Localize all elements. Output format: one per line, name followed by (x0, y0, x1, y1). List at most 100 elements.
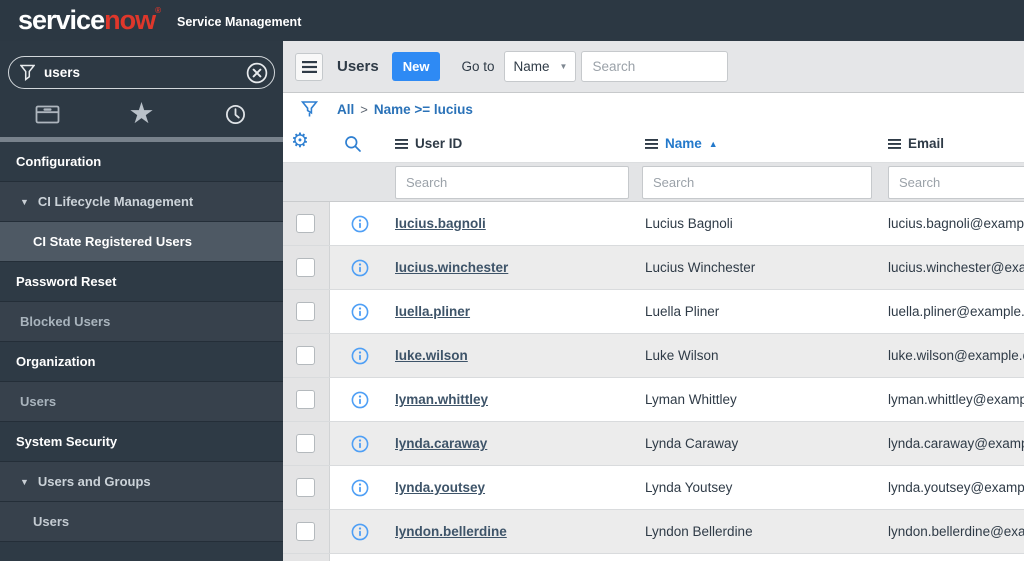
column-header-name[interactable]: Name ▲ (645, 125, 718, 162)
table-row: luella.pliner Luella Pliner luella.pline… (283, 290, 1024, 334)
row-checkbox[interactable] (296, 302, 315, 321)
user-email: lucius.bagnoli@example.com (888, 216, 1024, 231)
tab-history[interactable] (189, 91, 283, 137)
chevron-down-icon: ▼ (559, 62, 568, 71)
goto-search-input[interactable] (581, 51, 729, 82)
info-icon[interactable] (351, 435, 369, 453)
email-column-search[interactable] (888, 166, 1024, 199)
table-row: lyndon.bellerdine Lyndon Bellerdine lynd… (283, 510, 1024, 554)
user-id-link[interactable]: lucius.winchester (395, 246, 508, 289)
row-checkbox[interactable] (296, 522, 315, 541)
row-checkbox[interactable] (296, 390, 315, 409)
sidebar-item-users-and-groups[interactable]: ▼ Users and Groups (0, 462, 283, 502)
user-id-link[interactable]: luke.wilson (395, 334, 468, 377)
breadcrumb-separator: > (360, 101, 368, 117)
tab-favorites[interactable]: ★ (94, 91, 188, 137)
row-checkbox[interactable] (296, 346, 315, 365)
info-icon[interactable] (351, 215, 369, 233)
tab-all-applications[interactable] (0, 91, 94, 137)
chevron-down-icon: ▼ (20, 196, 29, 207)
sidebar-item-users[interactable]: Users (0, 382, 283, 422)
user-email: lyman.whittley@example.com (888, 392, 1024, 407)
sidebar-item-label: Users (33, 514, 70, 529)
application-navigator: ★ Configuration ▼ CI Lifecycle Managemen… (0, 41, 283, 561)
new-button[interactable]: New (391, 52, 441, 81)
checkbox-cell (283, 202, 330, 245)
name-column-search[interactable] (642, 166, 872, 199)
user-name: Lucius Bagnoli (645, 216, 733, 231)
user-email: lynda.caraway@example.com (888, 436, 1024, 451)
row-checkbox[interactable] (296, 478, 315, 497)
column-header-row: ⚙ User ID Name ▲ Email (283, 125, 1024, 163)
logo-now-text: now (104, 5, 156, 35)
column-menu-icon (888, 138, 901, 149)
sidebar-item-system-security[interactable]: System Security (0, 422, 283, 462)
table-filler (283, 554, 1024, 561)
app-title: Service Management (177, 15, 302, 29)
sidebar-item-password-reset[interactable]: Password Reset (0, 262, 283, 302)
user-name: Lyman Whittley (645, 392, 737, 407)
user-id-column-search[interactable] (395, 166, 629, 199)
row-checkbox[interactable] (296, 214, 315, 233)
row-checkbox[interactable] (296, 434, 315, 453)
sidebar-item-users[interactable]: Users (0, 502, 283, 542)
info-icon[interactable] (351, 259, 369, 277)
info-icon[interactable] (351, 523, 369, 541)
user-name: Lucius Winchester (645, 260, 756, 275)
goto-field-value: Name (513, 59, 550, 74)
navigator-filter-input[interactable] (44, 65, 238, 80)
table-row: luke.wilson Luke Wilson luke.wilson@exam… (283, 334, 1024, 378)
user-id-link[interactable]: lyman.whittley (395, 378, 488, 421)
user-id-link[interactable]: lyndon.bellerdine (395, 510, 507, 553)
user-id-link[interactable]: lynda.youtsey (395, 466, 485, 509)
sidebar-item-configuration[interactable]: Configuration (0, 142, 283, 182)
goto-field-select[interactable]: Name ▼ (504, 51, 577, 82)
box-icon (35, 105, 60, 123)
breadcrumb-filter-link[interactable]: Name >= lucius (374, 102, 473, 117)
sidebar-item-label: CI State Registered Users (33, 234, 192, 249)
sidebar-item-organization[interactable]: Organization (0, 342, 283, 382)
user-email: lynda.youtsey@example.com (888, 480, 1024, 495)
list-toolbar: Users New Go to Name ▼ (283, 41, 1024, 93)
goto-label: Go to (461, 59, 495, 74)
row-checkbox[interactable] (296, 258, 315, 277)
list-context-menu-button[interactable] (295, 52, 323, 81)
column-header-email[interactable]: Email (888, 125, 944, 162)
user-email: lucius.winchester@example.com (888, 260, 1024, 275)
servicenow-logo[interactable]: servicenow® (18, 5, 161, 35)
search-icon[interactable] (344, 135, 362, 156)
sidebar-item-label: Blocked Users (20, 314, 111, 329)
app-banner: servicenow® Service Management (0, 0, 1024, 41)
checkbox-cell (283, 466, 330, 509)
checkbox-cell (283, 378, 330, 421)
column-search-row (283, 163, 1024, 202)
info-icon[interactable] (351, 347, 369, 365)
navigator-tabs: ★ (0, 91, 283, 137)
sidebar-item-ci-lifecycle-management[interactable]: ▼ CI Lifecycle Management (0, 182, 283, 222)
registered-trademark: ® (155, 6, 161, 15)
breadcrumb-all-link[interactable]: All (337, 102, 354, 117)
user-id-link[interactable]: luella.pliner (395, 290, 470, 333)
info-icon[interactable] (351, 391, 369, 409)
user-id-link[interactable]: lucius.bagnoli (395, 202, 486, 245)
column-menu-icon (645, 138, 658, 149)
column-menu-icon (395, 138, 408, 149)
clear-filter-button[interactable] (246, 62, 268, 84)
sidebar-next-item-partial (0, 542, 283, 561)
sidebar-item-label: Organization (16, 354, 96, 369)
info-icon[interactable] (351, 479, 369, 497)
user-name: Lyndon Bellerdine (645, 524, 753, 539)
navigator-filter (8, 56, 275, 89)
sidebar-item-ci-state-registered-users[interactable]: CI State Registered Users (0, 222, 283, 262)
gear-icon[interactable]: ⚙ (291, 131, 309, 151)
checkbox-cell (283, 510, 330, 553)
column-header-user-id[interactable]: User ID (395, 125, 462, 162)
list-pane: Users New Go to Name ▼ All > Name >= luc… (283, 41, 1024, 561)
info-icon[interactable] (351, 303, 369, 321)
table-row: lucius.bagnoli Lucius Bagnoli lucius.bag… (283, 202, 1024, 246)
user-id-link[interactable]: lynda.caraway (395, 422, 487, 465)
clock-icon (226, 104, 246, 124)
filter-funnel-icon[interactable] (301, 100, 318, 119)
user-email: luke.wilson@example.com (888, 348, 1024, 363)
sidebar-item-blocked-users[interactable]: Blocked Users (0, 302, 283, 342)
